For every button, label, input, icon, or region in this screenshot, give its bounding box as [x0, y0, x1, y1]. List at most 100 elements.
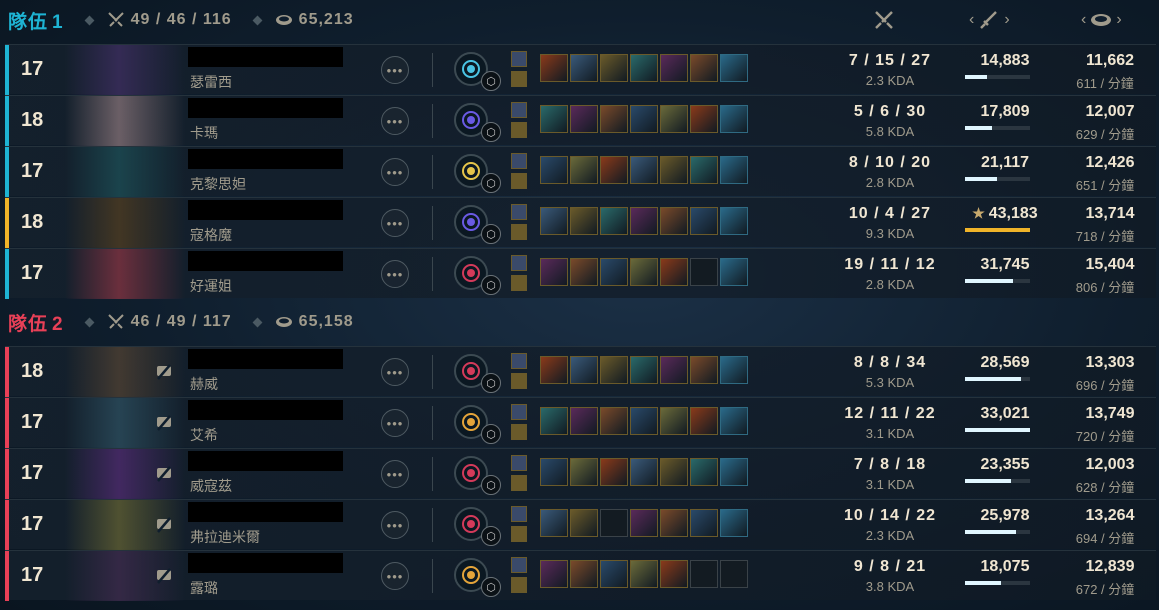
- damage-prev-arrow[interactable]: ‹: [965, 11, 978, 29]
- item-icon[interactable]: [540, 407, 568, 435]
- item-icon[interactable]: [570, 356, 598, 384]
- item-icon[interactable]: [660, 54, 688, 82]
- item-icon[interactable]: [690, 458, 718, 486]
- summoner-spell-icon: [511, 102, 527, 118]
- item-icon[interactable]: [570, 156, 598, 184]
- item-icon[interactable]: [570, 407, 598, 435]
- more-options-button[interactable]: •••: [381, 409, 409, 437]
- item-icon[interactable]: [600, 458, 628, 486]
- item-icon[interactable]: [570, 54, 598, 82]
- item-icon[interactable]: [540, 54, 568, 82]
- item-icon[interactable]: [600, 207, 628, 235]
- item-icon[interactable]: [600, 258, 628, 286]
- gold-per-minute: 628 / 分鐘: [1075, 480, 1135, 495]
- item-icon[interactable]: [630, 54, 658, 82]
- more-options-button[interactable]: •••: [381, 511, 409, 539]
- item-icon[interactable]: [600, 105, 628, 133]
- item-icon[interactable]: [540, 356, 568, 384]
- item-icon[interactable]: [660, 407, 688, 435]
- item-icon[interactable]: [540, 458, 568, 486]
- more-options-button[interactable]: •••: [381, 260, 409, 288]
- more-options-button[interactable]: •••: [381, 562, 409, 590]
- gold-next-arrow[interactable]: ›: [1112, 11, 1125, 29]
- gold-per-minute: 629 / 分鐘: [1075, 127, 1135, 142]
- item-icon[interactable]: [540, 258, 568, 286]
- item-icon[interactable]: [660, 509, 688, 537]
- empty-item-slot[interactable]: [600, 509, 628, 537]
- team1-kda-total: 49 / 46 / 116: [107, 11, 232, 29]
- trinket-icon[interactable]: [720, 156, 748, 184]
- item-icon[interactable]: [570, 105, 598, 133]
- more-options-button[interactable]: •••: [381, 358, 409, 386]
- item-icon[interactable]: [660, 356, 688, 384]
- item-icon[interactable]: [570, 458, 598, 486]
- damage-dealt: 31,745: [945, 256, 1065, 274]
- item-icon[interactable]: [570, 207, 598, 235]
- mute-chat-icon[interactable]: [155, 465, 173, 483]
- item-icon[interactable]: [630, 458, 658, 486]
- item-icon[interactable]: [600, 54, 628, 82]
- item-icon[interactable]: [540, 560, 568, 588]
- mute-chat-icon[interactable]: [155, 363, 173, 381]
- item-icon[interactable]: [600, 407, 628, 435]
- item-icon[interactable]: [630, 509, 658, 537]
- kda-ratio: 2.3 KDA: [865, 528, 915, 543]
- more-options-button[interactable]: •••: [381, 158, 409, 186]
- item-icon[interactable]: [690, 356, 718, 384]
- trinket-icon[interactable]: [720, 407, 748, 435]
- item-icon[interactable]: [660, 105, 688, 133]
- damage-next-arrow[interactable]: ›: [1000, 11, 1013, 29]
- more-options-button[interactable]: •••: [381, 107, 409, 135]
- champion-portrait: [65, 198, 185, 248]
- more-options-button[interactable]: •••: [381, 460, 409, 488]
- divider: [432, 508, 433, 542]
- trinket-icon[interactable]: [720, 54, 748, 82]
- item-icon[interactable]: [630, 105, 658, 133]
- item-icon[interactable]: [630, 258, 658, 286]
- item-icon[interactable]: [600, 156, 628, 184]
- trinket-icon[interactable]: [720, 356, 748, 384]
- divider-diamond: [252, 317, 263, 327]
- item-icon[interactable]: [540, 509, 568, 537]
- item-icon[interactable]: [630, 207, 658, 235]
- trinket-icon[interactable]: [720, 105, 748, 133]
- item-icon[interactable]: [540, 207, 568, 235]
- item-icon[interactable]: [660, 156, 688, 184]
- item-icon[interactable]: [660, 258, 688, 286]
- item-icon[interactable]: [630, 356, 658, 384]
- more-options-button[interactable]: •••: [381, 209, 409, 237]
- item-icon[interactable]: [600, 560, 628, 588]
- mute-chat-icon[interactable]: [155, 414, 173, 432]
- item-icon[interactable]: [540, 156, 568, 184]
- item-icon[interactable]: [690, 509, 718, 537]
- item-icon[interactable]: [600, 356, 628, 384]
- more-options-button[interactable]: •••: [381, 56, 409, 84]
- trinket-icon[interactable]: [720, 258, 748, 286]
- item-icon[interactable]: [660, 207, 688, 235]
- mute-chat-icon[interactable]: [155, 567, 173, 585]
- item-icon[interactable]: [570, 560, 598, 588]
- item-icon[interactable]: [630, 560, 658, 588]
- trinket-icon[interactable]: [720, 207, 748, 235]
- item-icon[interactable]: [690, 407, 718, 435]
- item-icon[interactable]: [660, 458, 688, 486]
- item-icon[interactable]: [690, 54, 718, 82]
- empty-item-slot[interactable]: [690, 560, 718, 588]
- item-icon[interactable]: [630, 156, 658, 184]
- item-icon[interactable]: [570, 258, 598, 286]
- item-icon[interactable]: [570, 509, 598, 537]
- item-icon[interactable]: [630, 407, 658, 435]
- item-icon[interactable]: [540, 105, 568, 133]
- empty-item-slot[interactable]: [690, 258, 718, 286]
- item-icon[interactable]: [690, 207, 718, 235]
- empty-item-slot[interactable]: [720, 560, 748, 588]
- trinket-icon[interactable]: [720, 509, 748, 537]
- item-icon[interactable]: [690, 105, 718, 133]
- team1-gold: 65,213: [298, 11, 354, 28]
- item-icon[interactable]: [690, 156, 718, 184]
- mute-chat-icon[interactable]: [155, 516, 173, 534]
- trinket-icon[interactable]: [720, 458, 748, 486]
- damage-dealt: 18,075: [945, 558, 1065, 576]
- gold-prev-arrow[interactable]: ‹: [1077, 11, 1090, 29]
- item-icon[interactable]: [660, 560, 688, 588]
